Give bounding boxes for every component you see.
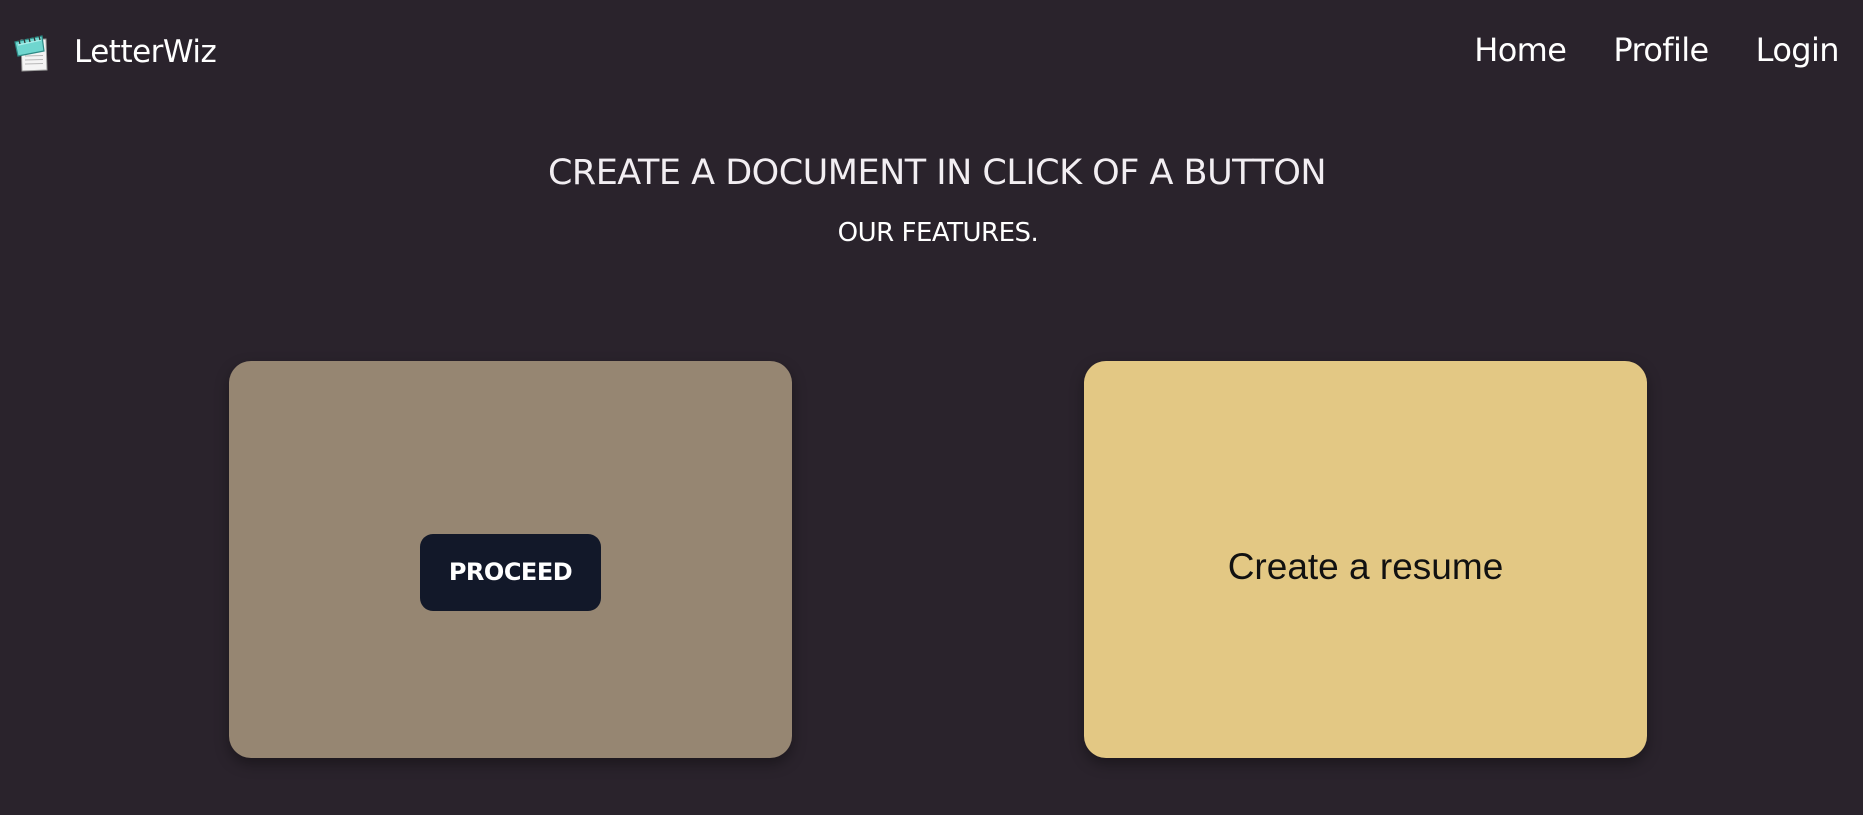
proceed-button[interactable]: PROCEED	[420, 533, 601, 611]
page: LetterWiz Home Profile Login CREATE A DO…	[0, 0, 1863, 815]
navbar: LetterWiz Home Profile Login	[0, 0, 1863, 104]
page-title: CREATE A DOCUMENT IN CLICK OF A BUTTON	[547, 153, 1327, 193]
features-subtitle: OUR FEATURES.	[837, 218, 1039, 248]
nav-home-link[interactable]: Home	[1474, 28, 1567, 72]
create-resume-label: Create a resume	[1227, 546, 1504, 587]
notepad-icon	[14, 35, 48, 72]
brand-name: LetterWiz	[74, 34, 217, 70]
nav-links: Home Profile Login	[1474, 28, 1839, 72]
proceed-card: PROCEED	[229, 361, 792, 758]
create-resume-card[interactable]: Create a resume	[1084, 361, 1647, 758]
brand-link[interactable]: LetterWiz	[13, 30, 217, 74]
nav-login-link[interactable]: Login	[1756, 28, 1840, 72]
nav-profile-link[interactable]: Profile	[1613, 28, 1709, 72]
